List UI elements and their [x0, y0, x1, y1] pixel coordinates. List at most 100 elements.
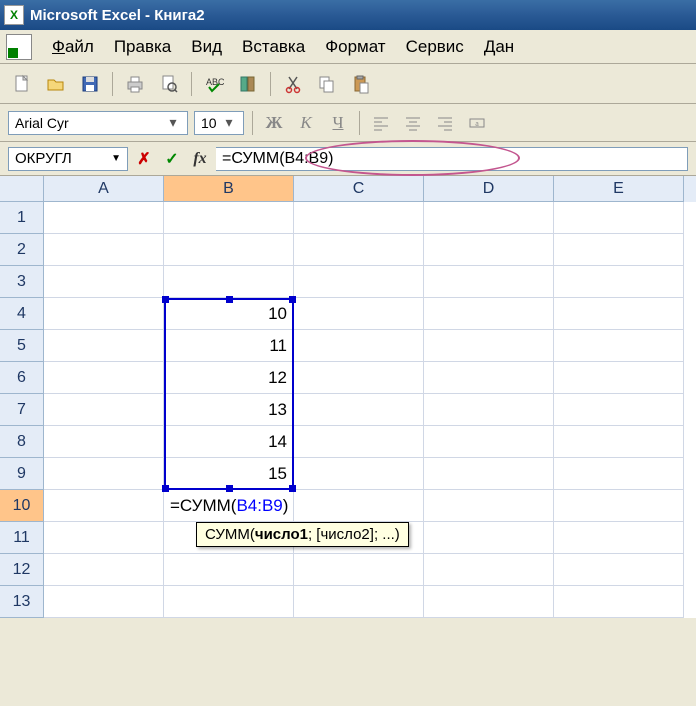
cell-a6[interactable]	[44, 362, 164, 394]
formula-confirm-button[interactable]: ✓	[160, 147, 184, 171]
cell-e10[interactable]	[554, 490, 684, 522]
cell-d1[interactable]	[424, 202, 554, 234]
row-header-5[interactable]: 5	[0, 330, 44, 362]
cell-d5[interactable]	[424, 330, 554, 362]
cell-a4[interactable]	[44, 298, 164, 330]
cell-e8[interactable]	[554, 426, 684, 458]
new-button[interactable]	[8, 70, 36, 98]
underline-button[interactable]: Ч	[325, 110, 351, 136]
cell-e6[interactable]	[554, 362, 684, 394]
row-header-11[interactable]: 11	[0, 522, 44, 554]
cell-c1[interactable]	[294, 202, 424, 234]
cell-e9[interactable]	[554, 458, 684, 490]
row-header-3[interactable]: 3	[0, 266, 44, 298]
cell-c4[interactable]	[294, 298, 424, 330]
cell-e11[interactable]	[554, 522, 684, 554]
name-box[interactable]: ОКРУГЛ ▼	[8, 147, 128, 171]
cell-c13[interactable]	[294, 586, 424, 618]
cell-c3[interactable]	[294, 266, 424, 298]
cell-a1[interactable]	[44, 202, 164, 234]
row-header-6[interactable]: 6	[0, 362, 44, 394]
cell-a9[interactable]	[44, 458, 164, 490]
cell-c9[interactable]	[294, 458, 424, 490]
spellcheck-button[interactable]: ABC	[200, 70, 228, 98]
menu-tools[interactable]: Сервис	[396, 33, 474, 61]
cell-c8[interactable]	[294, 426, 424, 458]
open-button[interactable]	[42, 70, 70, 98]
print-button[interactable]	[121, 70, 149, 98]
cell-d10[interactable]	[424, 490, 554, 522]
cell-a7[interactable]	[44, 394, 164, 426]
cell-c5[interactable]	[294, 330, 424, 362]
cell-b5[interactable]: 11	[164, 330, 294, 362]
cell-a8[interactable]	[44, 426, 164, 458]
align-left-button[interactable]	[368, 110, 394, 136]
row-header-9[interactable]: 9	[0, 458, 44, 490]
select-all-corner[interactable]	[0, 176, 44, 202]
insert-function-button[interactable]: fx	[188, 147, 212, 171]
cell-d8[interactable]	[424, 426, 554, 458]
cell-b9[interactable]: 15	[164, 458, 294, 490]
save-button[interactable]	[76, 70, 104, 98]
print-preview-button[interactable]	[155, 70, 183, 98]
cell-e5[interactable]	[554, 330, 684, 362]
cell-e12[interactable]	[554, 554, 684, 586]
bold-button[interactable]: Ж	[261, 110, 287, 136]
cell-e3[interactable]	[554, 266, 684, 298]
italic-button[interactable]: К	[293, 110, 319, 136]
align-right-button[interactable]	[432, 110, 458, 136]
column-header-a[interactable]: A	[44, 176, 164, 202]
cell-e13[interactable]	[554, 586, 684, 618]
cell-c6[interactable]	[294, 362, 424, 394]
font-name-select[interactable]: Arial Cyr ▾	[8, 111, 188, 135]
column-header-b[interactable]: B	[164, 176, 294, 202]
column-header-d[interactable]: D	[424, 176, 554, 202]
formula-cancel-button[interactable]: ✗	[132, 147, 156, 171]
row-header-12[interactable]: 12	[0, 554, 44, 586]
paste-button[interactable]	[347, 70, 375, 98]
cell-a12[interactable]	[44, 554, 164, 586]
menu-insert[interactable]: Вставка	[232, 33, 315, 61]
cell-b10[interactable]: =СУММ(B4:B9)	[164, 490, 294, 522]
cell-b4[interactable]: 10	[164, 298, 294, 330]
row-header-10[interactable]: 10	[0, 490, 44, 522]
research-button[interactable]	[234, 70, 262, 98]
cell-b12[interactable]	[164, 554, 294, 586]
cell-d12[interactable]	[424, 554, 554, 586]
cell-b6[interactable]: 12	[164, 362, 294, 394]
copy-button[interactable]	[313, 70, 341, 98]
cell-a13[interactable]	[44, 586, 164, 618]
menu-data[interactable]: Дан	[474, 33, 524, 61]
cell-c10[interactable]	[294, 490, 424, 522]
cell-a10[interactable]	[44, 490, 164, 522]
cell-d11[interactable]	[424, 522, 554, 554]
cell-b2[interactable]	[164, 234, 294, 266]
menu-edit[interactable]: Правка	[104, 33, 181, 61]
merge-center-button[interactable]: a	[464, 110, 490, 136]
column-header-e[interactable]: E	[554, 176, 684, 202]
cell-d4[interactable]	[424, 298, 554, 330]
cell-e1[interactable]	[554, 202, 684, 234]
cell-b3[interactable]	[164, 266, 294, 298]
cell-e4[interactable]	[554, 298, 684, 330]
row-header-2[interactable]: 2	[0, 234, 44, 266]
menu-view[interactable]: Вид	[181, 33, 232, 61]
align-center-button[interactable]	[400, 110, 426, 136]
cell-a11[interactable]	[44, 522, 164, 554]
cell-e7[interactable]	[554, 394, 684, 426]
cell-d2[interactable]	[424, 234, 554, 266]
row-header-1[interactable]: 1	[0, 202, 44, 234]
cell-e2[interactable]	[554, 234, 684, 266]
cell-c2[interactable]	[294, 234, 424, 266]
cell-b7[interactable]: 13	[164, 394, 294, 426]
font-size-select[interactable]: 10 ▾	[194, 111, 244, 135]
cell-d13[interactable]	[424, 586, 554, 618]
cell-a2[interactable]	[44, 234, 164, 266]
cell-d7[interactable]	[424, 394, 554, 426]
cell-c7[interactable]	[294, 394, 424, 426]
row-header-7[interactable]: 7	[0, 394, 44, 426]
cut-button[interactable]	[279, 70, 307, 98]
row-header-13[interactable]: 13	[0, 586, 44, 618]
column-header-c[interactable]: C	[294, 176, 424, 202]
row-header-4[interactable]: 4	[0, 298, 44, 330]
